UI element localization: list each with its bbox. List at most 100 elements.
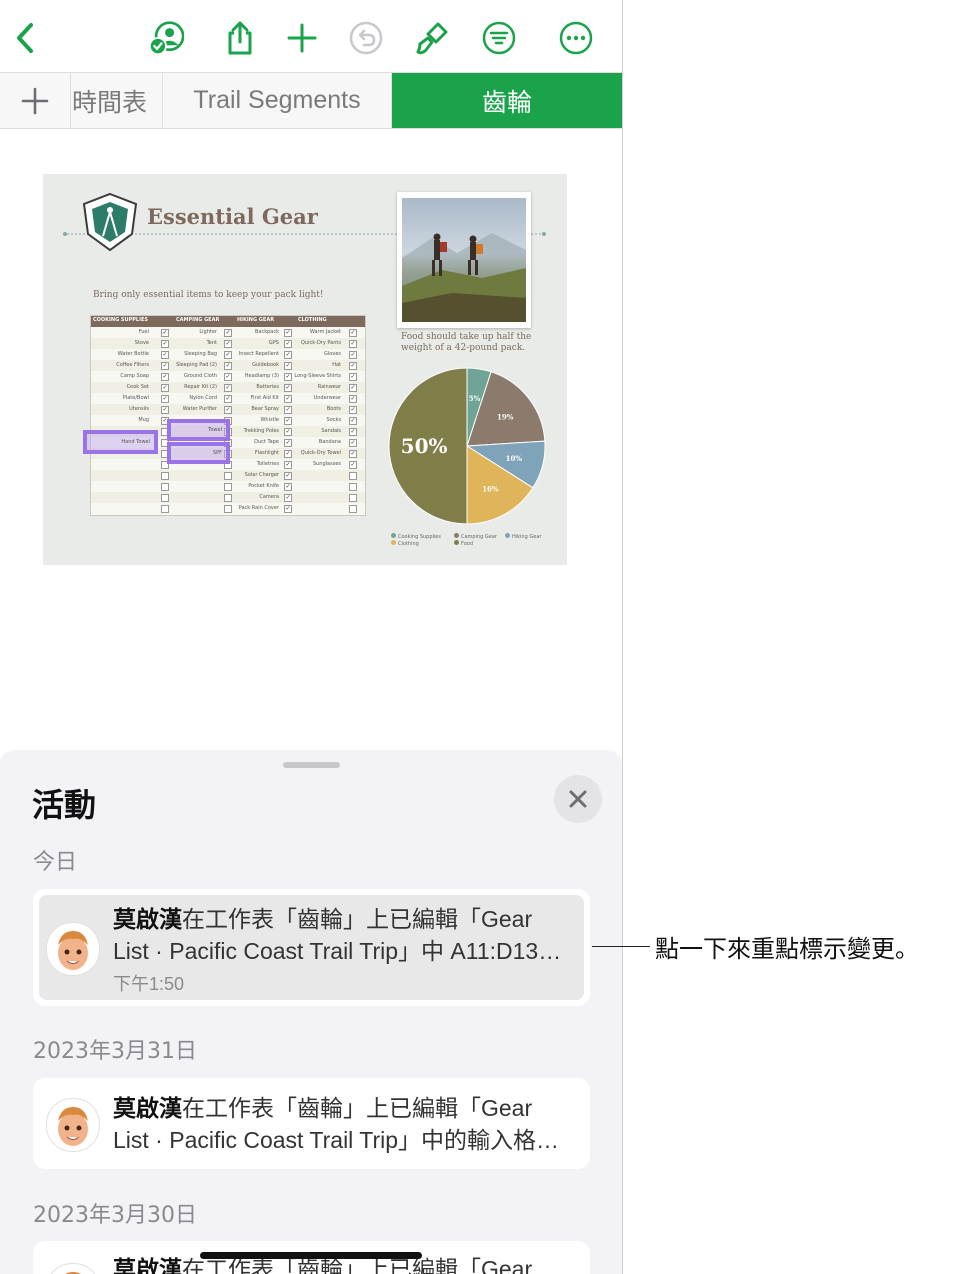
checkbox[interactable]: ✓ bbox=[349, 461, 357, 469]
checkbox[interactable] bbox=[349, 472, 357, 480]
highlight-hand-towel[interactable]: Hand Towel bbox=[83, 430, 158, 454]
checkbox[interactable]: ✓ bbox=[349, 340, 357, 348]
collaborate-button[interactable] bbox=[146, 18, 186, 58]
checkbox[interactable]: ✓ bbox=[284, 483, 292, 491]
table-cell: Plate/Bowl bbox=[122, 395, 149, 401]
tab-label: Trail Segments bbox=[193, 86, 361, 114]
checkbox[interactable]: ✓ bbox=[349, 362, 357, 370]
avatar bbox=[46, 1263, 100, 1274]
entry-line-1: 莫啟漢在工作表「齒輪」上已編輯「Gear bbox=[113, 903, 532, 935]
legend-item: Camping Gear bbox=[454, 533, 497, 540]
undo-button[interactable] bbox=[346, 18, 386, 58]
food-weight-pie-chart[interactable]: 5% 19% 10% 16% 50% bbox=[388, 367, 546, 525]
legend-swatch bbox=[391, 533, 396, 538]
checkbox[interactable]: ✓ bbox=[349, 351, 357, 359]
checkbox[interactable]: ✓ bbox=[349, 417, 357, 425]
highlight-spf[interactable]: SPF bbox=[167, 442, 230, 464]
table-row[interactable]: Pack Rain Cover ✓ bbox=[91, 503, 365, 514]
tab-trail-segments[interactable]: Trail Segments bbox=[163, 73, 391, 128]
table-cell: Quick-Dry Pants bbox=[301, 340, 341, 346]
table-row[interactable]: Cook Set ✓ Repair Kit (2) ✓ Batteries ✓ Rainwe… bbox=[91, 382, 365, 393]
legend-item: Food bbox=[454, 540, 473, 547]
checkbox[interactable]: ✓ bbox=[349, 384, 357, 392]
section-date-today: 今日 bbox=[33, 850, 78, 875]
add-sheet-button[interactable] bbox=[0, 73, 70, 128]
entry-line-1: 莫啟漢在工作表「齒輪」上已編輯「Gear bbox=[113, 1092, 532, 1124]
activity-entry-selected[interactable]: 莫啟漢在工作表「齒輪」上已編輯「Gear List · Pacific Coas… bbox=[33, 889, 590, 1006]
table-cell: Coffee Filters bbox=[116, 362, 149, 368]
checkbox[interactable]: ✓ bbox=[349, 428, 357, 436]
checkbox[interactable] bbox=[161, 472, 169, 480]
table-cell: Pocket Knife bbox=[248, 483, 279, 489]
activity-entry[interactable]: 莫啟漢在工作表「齒輪」上已編輯「Gear List · Pacific Coas… bbox=[33, 1078, 590, 1169]
paintbrush-icon bbox=[416, 22, 448, 55]
table-row[interactable]: Fuel ✓ Lighter ✓ Backpack ✓ Warm Jacket ✓ bbox=[91, 327, 365, 338]
add-button[interactable] bbox=[282, 18, 322, 58]
table-row[interactable]: Coffee Filters ✓ Sleeping Pad (2) ✓ Guideboo… bbox=[91, 360, 365, 371]
checkbox[interactable]: ✓ bbox=[349, 373, 357, 381]
hikers-photo[interactable] bbox=[397, 192, 531, 328]
document-page[interactable]: Essential Gear Bring only essential item… bbox=[43, 174, 567, 565]
plus-icon bbox=[287, 23, 317, 53]
section-date-mar30: 2023年3月30日 bbox=[33, 1203, 197, 1228]
table-row[interactable]: Camp Soap ✓ Ground Cloth ✓ Headlamp (3) ✓ Long… bbox=[91, 371, 365, 382]
organize-button[interactable] bbox=[479, 18, 519, 58]
checkbox[interactable] bbox=[349, 483, 357, 491]
panel-grabber[interactable] bbox=[283, 762, 340, 768]
tab-schedule[interactable]: 時間表 bbox=[70, 73, 164, 128]
table-row[interactable]: Utensils ✓ Water Purifier ✓ Bear Spray ✓ Boots… bbox=[91, 404, 365, 415]
checkbox[interactable] bbox=[349, 494, 357, 502]
table-cell: Socks bbox=[326, 417, 341, 423]
table-cell: Headlamp (3) bbox=[244, 373, 279, 379]
entry-user: 莫啟漢 bbox=[113, 906, 182, 932]
tab-gear[interactable]: 齒輪 bbox=[392, 73, 622, 128]
document-title: Essential Gear bbox=[147, 204, 318, 229]
table-cell: Lighter bbox=[199, 329, 217, 335]
highlight-label: Towel bbox=[208, 427, 222, 433]
filter-icon bbox=[482, 21, 516, 55]
entry-action: 在工作表「齒輪」上已編輯「Gear bbox=[182, 906, 533, 932]
table-row[interactable]: Stove ✓ Tent ✓ GPS ✓ Quick-Dry Pants ✓ bbox=[91, 338, 365, 349]
checkbox[interactable]: ✓ bbox=[349, 329, 357, 337]
trail-logo bbox=[82, 192, 138, 252]
table-cell: Nylon Cord bbox=[189, 395, 217, 401]
checkbox[interactable]: ✓ bbox=[284, 472, 292, 480]
checkbox[interactable]: ✓ bbox=[349, 395, 357, 403]
checkbox[interactable] bbox=[161, 494, 169, 502]
highlight-label: SPF bbox=[212, 450, 222, 456]
share-button[interactable] bbox=[220, 18, 260, 58]
section-date-mar31: 2023年3月31日 bbox=[33, 1039, 197, 1064]
highlight-towel[interactable]: Towel bbox=[167, 419, 230, 441]
table-row[interactable]: Water Bottle ✓ Sleeping Bag ✓ Insect Repelle… bbox=[91, 349, 365, 360]
table-cell: Solar Charger bbox=[244, 472, 279, 478]
checkbox[interactable]: ✓ bbox=[349, 406, 357, 414]
header-hiking: HIKING GEAR bbox=[237, 317, 275, 323]
entry-line-2: List · Pacific Coast Trail Trip」中 A11:D1… bbox=[113, 938, 562, 964]
entry-user: 莫啟漢 bbox=[113, 1256, 182, 1274]
gear-table-header: COOKING SUPPLIES CAMPING GEAR HIKING GEA… bbox=[91, 316, 365, 327]
table-row[interactable]: Solar Charger ✓ bbox=[91, 470, 365, 481]
plus-icon bbox=[21, 87, 49, 114]
table-cell: Pack Rain Cover bbox=[238, 505, 279, 511]
checkbox[interactable]: ✓ bbox=[284, 494, 292, 502]
table-row[interactable]: Plate/Bowl ✓ Nylon Cord ✓ First Aid Kit ✓ Unde… bbox=[91, 393, 365, 404]
checkbox[interactable]: ✓ bbox=[349, 439, 357, 447]
gear-table[interactable]: COOKING SUPPLIES CAMPING GEAR HIKING GEA… bbox=[90, 315, 366, 516]
close-button[interactable] bbox=[554, 775, 602, 823]
checkbox[interactable] bbox=[349, 505, 357, 513]
back-button[interactable] bbox=[6, 18, 46, 58]
table-row[interactable]: Camera ✓ bbox=[91, 492, 365, 503]
table-cell: Long-Sleeve Shirts bbox=[294, 373, 341, 379]
activity-panel: 活動 今日 莫啟漢在工作表「齒輪」上已編輯「Gear List · Pacifi… bbox=[0, 752, 622, 1274]
more-button[interactable] bbox=[556, 18, 596, 58]
close-icon bbox=[569, 790, 587, 808]
checkbox[interactable]: ✓ bbox=[284, 505, 292, 513]
format-button[interactable] bbox=[412, 18, 452, 58]
memoji-avatar bbox=[65, 1272, 81, 1274]
checkbox[interactable]: ✓ bbox=[349, 450, 357, 458]
table-row[interactable]: Pocket Knife ✓ bbox=[91, 481, 365, 492]
home-indicator[interactable] bbox=[200, 1252, 422, 1259]
checkbox[interactable] bbox=[161, 483, 169, 491]
undo-icon bbox=[349, 21, 383, 55]
checkbox[interactable] bbox=[161, 505, 169, 513]
